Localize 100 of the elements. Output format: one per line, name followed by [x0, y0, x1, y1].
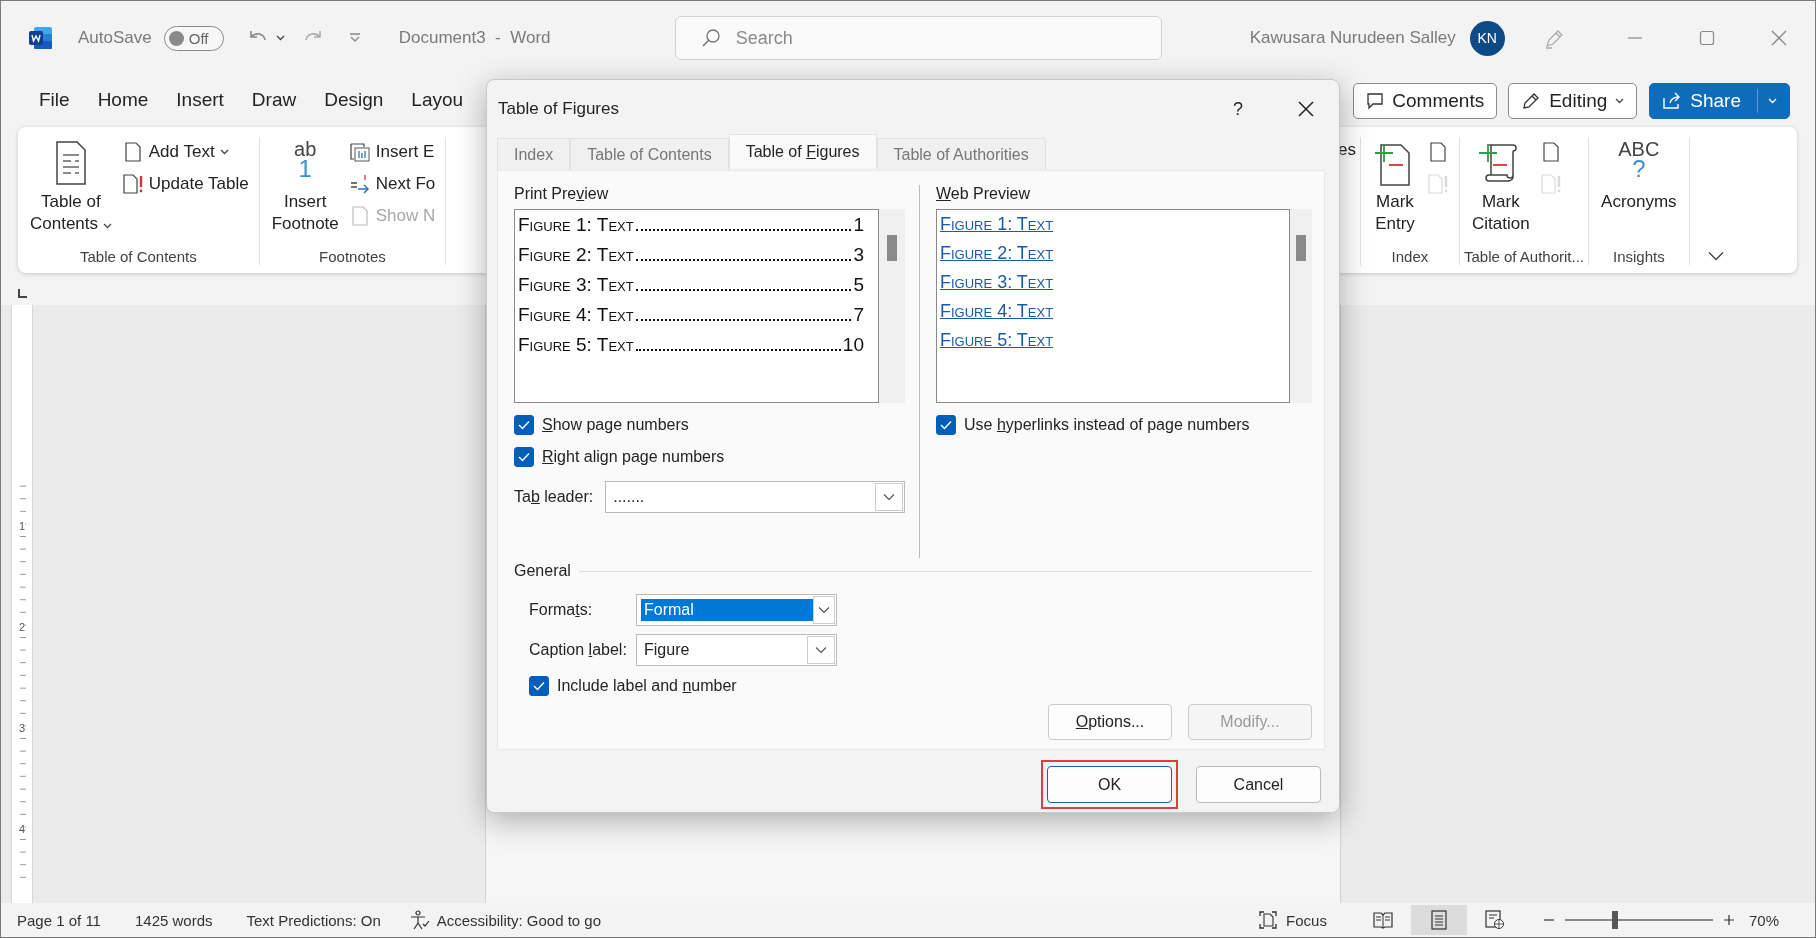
- editing-button[interactable]: Editing: [1508, 83, 1638, 119]
- dialog-tab[interactable]: Index: [497, 138, 571, 170]
- preview-caption: Figure 3: Text: [518, 274, 634, 296]
- check-icon: [940, 420, 952, 430]
- customize-icon[interactable]: [348, 33, 361, 43]
- page-number: 5: [853, 274, 864, 296]
- menu-tab[interactable]: Layou: [411, 84, 464, 118]
- update-document-icon: [1539, 173, 1562, 195]
- chevron-icon: [818, 606, 830, 614]
- focus-button[interactable]: Focus: [1286, 911, 1327, 929]
- preview-link[interactable]: Figure 3: Text: [940, 272, 1054, 301]
- acronyms-icon: ab 1: [294, 139, 317, 187]
- field-label: Formats:: [529, 601, 594, 619]
- preview-link[interactable]: Figure 5: Text: [940, 330, 1054, 359]
- checkbox[interactable]: [936, 415, 956, 435]
- update-document-icon: [1426, 173, 1449, 195]
- group-label: Footnotes: [318, 248, 387, 265]
- preview-caption: Figure 2: Text: [518, 244, 634, 266]
- dialog-button[interactable]: OK: [1047, 766, 1172, 803]
- acronyms-icon: ABC ?: [1618, 139, 1660, 187]
- dialog-button[interactable]: Options...: [1048, 704, 1172, 740]
- ribbon-button[interactable]: Mark Entry: [1368, 137, 1421, 248]
- dialog-button[interactable]: Cancel: [1196, 766, 1321, 803]
- dialog-tab[interactable]: Table of Figures: [728, 134, 877, 168]
- status-text: Text Predictions: On: [246, 911, 381, 929]
- autosave-label: AutoSave: [78, 28, 152, 48]
- view-button[interactable]: [1410, 905, 1467, 935]
- zoom-in-icon[interactable]: [1722, 914, 1735, 926]
- book-icon: [1372, 911, 1393, 929]
- scrollbar[interactable]: [879, 209, 905, 403]
- preview-link[interactable]: Figure 2: Text: [940, 243, 1054, 272]
- close-icon[interactable]: [1297, 100, 1315, 118]
- document-title: Document3 - Word: [398, 28, 552, 48]
- caret-icon: [1615, 98, 1625, 104]
- user-avatar[interactable]: KN: [1469, 20, 1505, 56]
- group-label: Index: [1390, 248, 1430, 265]
- comment-icon: [1366, 92, 1385, 110]
- check-icon: [518, 420, 530, 430]
- formats-dropdown[interactable]: Formal: [636, 594, 837, 626]
- autosave-toggle[interactable]: Off: [163, 25, 224, 51]
- menu-tab[interactable]: Home: [97, 84, 149, 118]
- ribbon-button[interactable]: ABC ? Acronyms: [1597, 137, 1681, 248]
- share-button[interactable]: Share: [1649, 83, 1790, 119]
- caret-icon: [219, 149, 229, 155]
- check-icon: [533, 681, 545, 691]
- ribbon-button[interactable]: Next Fo: [346, 171, 438, 197]
- app-icon: [28, 25, 54, 51]
- ribbon-button[interactable]: Mark Citation: [1467, 137, 1534, 248]
- caption-label-dropdown[interactable]: Figure: [636, 634, 837, 666]
- page-number: 1: [853, 214, 864, 236]
- maximize-icon[interactable]: [1698, 30, 1715, 46]
- search-field[interactable]: Search: [674, 16, 1162, 60]
- collapse-ribbon-icon[interactable]: [1707, 251, 1724, 261]
- section-label: Print Preview: [514, 185, 610, 203]
- checkbox[interactable]: [514, 447, 534, 467]
- section-label: General: [514, 562, 571, 580]
- accessibility-status[interactable]: Accessibility: Good to go: [436, 911, 601, 929]
- comments-button[interactable]: Comments: [1353, 83, 1498, 119]
- dialog-tab[interactable]: Table of Contents: [570, 138, 729, 170]
- dialog-title: Table of Figures: [498, 99, 619, 119]
- preview-caption: Figure 1: Text: [518, 214, 634, 236]
- group-label: Table of Contents: [78, 248, 198, 265]
- checkbox-label: Right align page numbers: [542, 448, 725, 466]
- status-text: Page 1 of 11: [17, 911, 101, 929]
- preview-link[interactable]: Figure 4: Text: [940, 301, 1054, 330]
- scrollbar[interactable]: [1290, 209, 1312, 403]
- caret-icon: [102, 223, 112, 229]
- tab-leader-dropdown[interactable]: .......: [605, 481, 905, 513]
- menu-tab[interactable]: File: [39, 84, 70, 118]
- section-label: Web Preview: [936, 185, 1031, 203]
- checkbox[interactable]: [529, 676, 549, 696]
- group-label: Insights: [1612, 248, 1666, 265]
- user-name: Kawusara Nurudeen Salley: [1249, 28, 1456, 48]
- endnote-icon: [348, 141, 371, 163]
- chevron-icon: [883, 493, 895, 501]
- focus-icon[interactable]: [1258, 910, 1279, 930]
- ribbon-button[interactable]: Update Table: [119, 171, 251, 197]
- ribbon-button[interactable]: Insert E: [346, 139, 438, 165]
- preview-link[interactable]: Figure 1: Text: [940, 214, 1054, 243]
- ribbon-button[interactable]: Add Text: [119, 139, 251, 165]
- menu-tab[interactable]: Insert: [176, 84, 224, 118]
- web-page-icon: [1484, 910, 1505, 930]
- dropdown-caret-icon: [275, 35, 285, 41]
- preview-caption: Figure 4: Text: [518, 304, 634, 326]
- field-label: Caption label:: [529, 641, 628, 659]
- page-number: 3: [853, 244, 864, 266]
- group-label: Table of Authorit...: [1462, 248, 1586, 265]
- search-icon: [700, 28, 721, 48]
- field-label: Tab leader:: [514, 488, 594, 506]
- tab-stop-icon[interactable]: [17, 289, 27, 299]
- help-button[interactable]: ?: [1233, 98, 1243, 120]
- zoom-level[interactable]: 70%: [1748, 911, 1779, 929]
- checkbox[interactable]: [514, 415, 534, 435]
- accessibility-icon[interactable]: [408, 910, 431, 930]
- menu-tab[interactable]: Design: [324, 84, 384, 118]
- ribbon-button[interactable]: ab 1 Insert Footnote: [267, 137, 343, 248]
- ribbon-button[interactable]: Table of Contents: [26, 137, 116, 248]
- page-number: 7: [853, 304, 864, 326]
- dialog-tab[interactable]: Table of Authorities: [876, 138, 1046, 170]
- menu-tab[interactable]: Draw: [251, 84, 297, 118]
